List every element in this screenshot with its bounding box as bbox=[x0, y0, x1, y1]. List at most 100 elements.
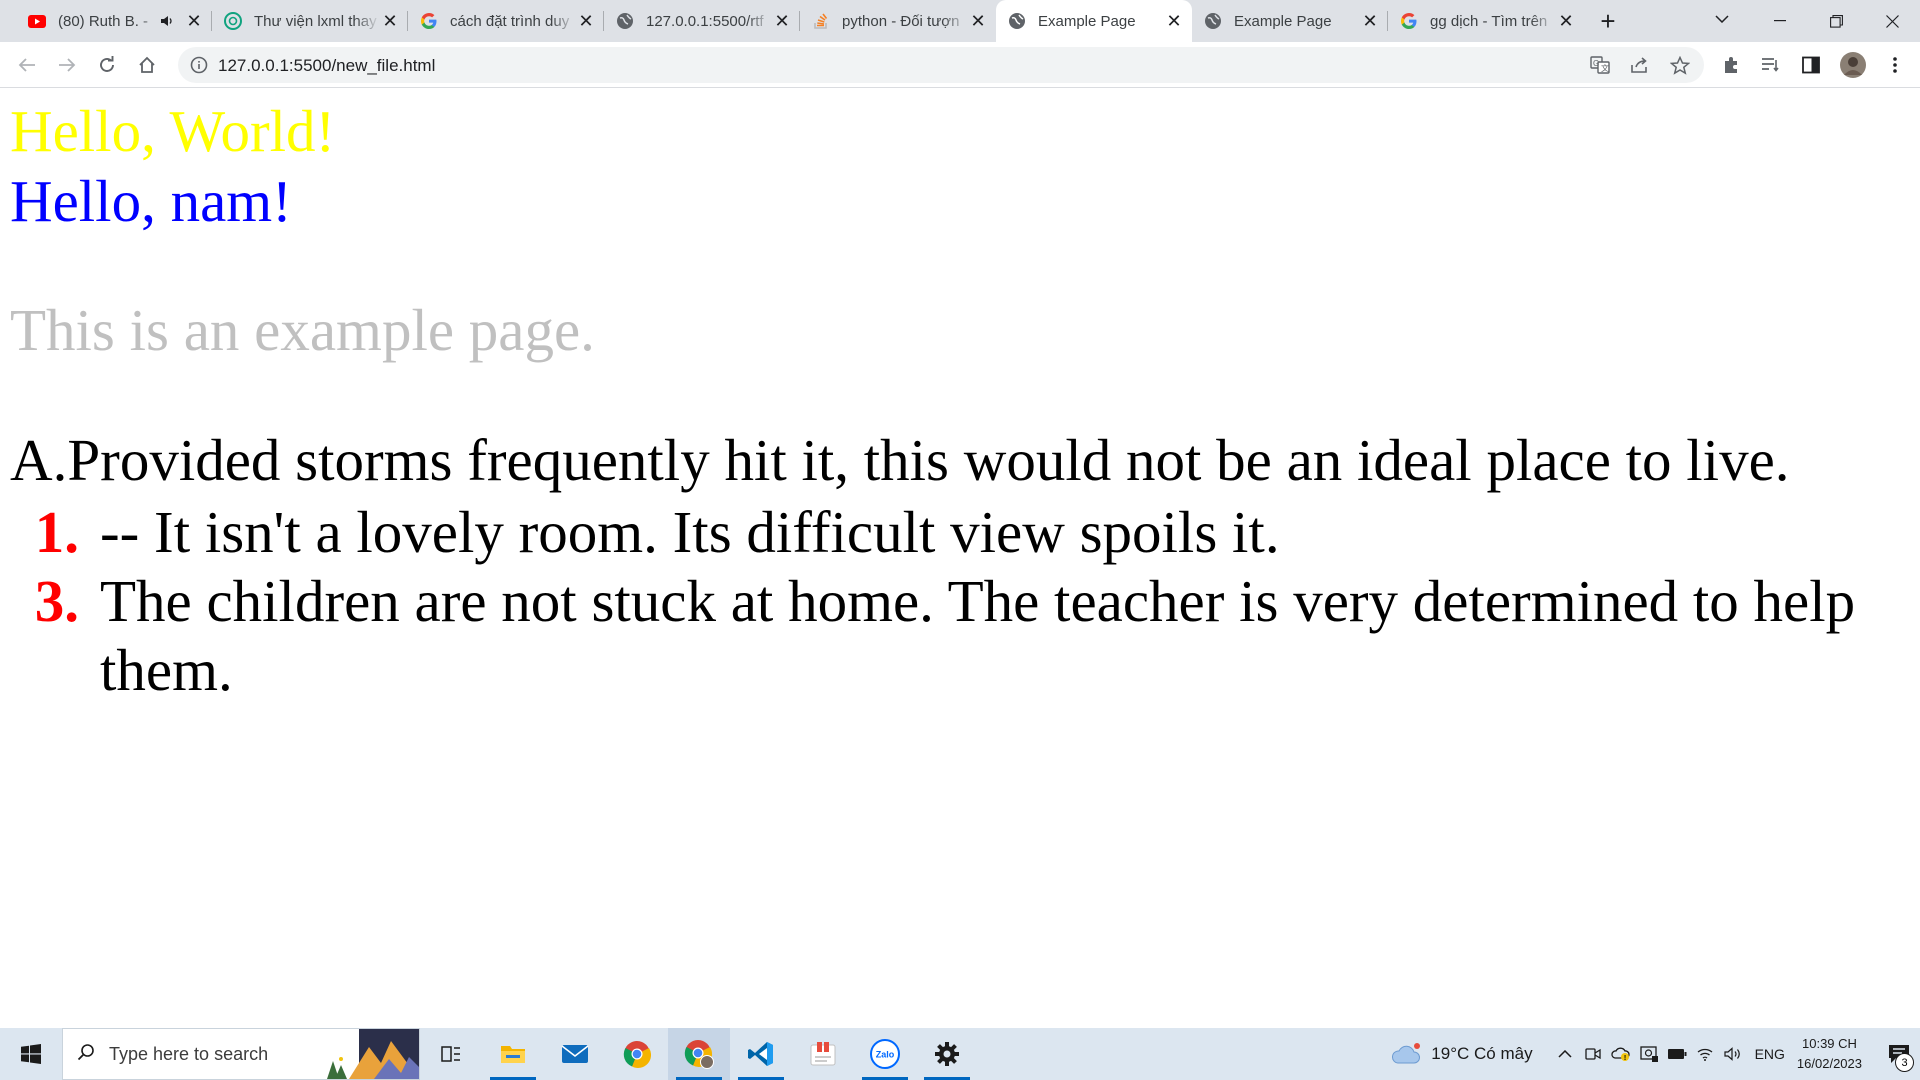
youtube-icon bbox=[28, 12, 46, 30]
list-item: 3. The children are not stuck at home. T… bbox=[10, 567, 1890, 705]
tab-strip: (80) Ruth B. - ✕ Thư viện lxml thay ✕ cá… bbox=[0, 0, 1920, 42]
clock-time: 10:39 CH bbox=[1802, 1036, 1857, 1051]
search-highlight-illustration bbox=[319, 1029, 419, 1079]
security-center-icon[interactable] bbox=[1636, 1046, 1662, 1062]
notification-center-button[interactable]: 3 bbox=[1878, 1028, 1920, 1080]
list-item: 1. -- It isn't a lovely room. Its diffic… bbox=[10, 498, 1890, 567]
forward-button[interactable] bbox=[52, 50, 82, 80]
tab-title: Example Page bbox=[1234, 12, 1332, 30]
close-tab-icon[interactable]: ✕ bbox=[184, 11, 204, 31]
paragraph-gray: This is an example page. bbox=[10, 297, 595, 363]
side-panel-icon[interactable] bbox=[1800, 54, 1822, 76]
close-tab-icon[interactable]: ✕ bbox=[380, 11, 400, 31]
site-info-icon[interactable] bbox=[190, 56, 208, 79]
url-text[interactable]: 127.0.0.1:5500/new_file.html bbox=[218, 56, 435, 76]
clock-date: 16/02/2023 bbox=[1796, 1056, 1862, 1071]
tab-chatgpt[interactable]: Thư viện lxml thay ✕ bbox=[212, 0, 408, 42]
share-icon[interactable] bbox=[1630, 55, 1650, 75]
close-tab-icon[interactable]: ✕ bbox=[968, 11, 988, 31]
snipping-tool-icon[interactable] bbox=[792, 1028, 854, 1080]
search-placeholder: Type here to search bbox=[109, 1043, 269, 1064]
new-tab-button[interactable]: + bbox=[1590, 3, 1626, 39]
close-tab-icon[interactable]: ✕ bbox=[772, 11, 792, 31]
tab-example-page-active[interactable]: Example Page ✕ bbox=[996, 0, 1192, 42]
close-tab-icon[interactable]: ✕ bbox=[576, 11, 596, 31]
weather-widget[interactable]: 19°C Có mây bbox=[1391, 1043, 1533, 1065]
paragraph-main: A.Provided storms frequently hit it, thi… bbox=[10, 427, 1790, 493]
tab-title: (80) Ruth B. - bbox=[58, 12, 149, 30]
svg-text:!: ! bbox=[1623, 1055, 1625, 1062]
globe-icon bbox=[616, 12, 634, 30]
close-window-button[interactable] bbox=[1864, 0, 1920, 42]
chrome-icon[interactable] bbox=[606, 1028, 668, 1080]
back-button[interactable] bbox=[12, 50, 42, 80]
tab-example-page[interactable]: Example Page ✕ bbox=[1192, 0, 1388, 42]
volume-icon[interactable] bbox=[1720, 1047, 1746, 1061]
bookmark-star-icon[interactable] bbox=[1670, 55, 1690, 75]
tab-title: Thư viện lxml thay bbox=[254, 12, 377, 30]
list-number: 3. bbox=[34, 568, 79, 634]
list-text: -- It isn't a lovely room. Its difficult… bbox=[100, 499, 1280, 565]
svg-text:Zalo: Zalo bbox=[876, 1050, 895, 1060]
clock[interactable]: 10:39 CH 16/02/2023 bbox=[1797, 1034, 1862, 1074]
list-number: 1. bbox=[34, 499, 79, 565]
start-button[interactable] bbox=[0, 1028, 62, 1080]
reading-list-icon[interactable] bbox=[1760, 54, 1782, 76]
tab-google-search[interactable]: cách đặt trình duy ✕ bbox=[408, 0, 604, 42]
extensions-icon[interactable] bbox=[1720, 54, 1742, 76]
close-tab-icon[interactable]: ✕ bbox=[1556, 11, 1576, 31]
restore-button[interactable] bbox=[1808, 0, 1864, 42]
wifi-icon[interactable] bbox=[1692, 1047, 1718, 1061]
zalo-icon[interactable]: Zalo bbox=[854, 1028, 916, 1080]
close-tab-icon[interactable]: ✕ bbox=[1360, 11, 1380, 31]
tab-stackoverflow[interactable]: python - Đối tượn ✕ bbox=[800, 0, 996, 42]
chrome-profile-icon[interactable] bbox=[668, 1028, 730, 1080]
settings-icon[interactable] bbox=[916, 1028, 978, 1080]
tab-search-chevron-icon[interactable] bbox=[1704, 0, 1740, 38]
google-icon bbox=[420, 12, 438, 30]
taskbar-search-box[interactable]: Type here to search bbox=[62, 1028, 420, 1080]
svg-text:G: G bbox=[1593, 59, 1599, 68]
heading-blue: Hello, nam! bbox=[10, 168, 292, 234]
system-tray: 19°C Có mây ! ENG 10:39 CH 16/02/2023 3 bbox=[1391, 1028, 1920, 1080]
svg-text:文: 文 bbox=[1601, 63, 1609, 73]
reload-button[interactable] bbox=[92, 50, 122, 80]
chatgpt-icon bbox=[224, 12, 242, 30]
tab-title: python - Đối tượn bbox=[842, 12, 960, 30]
tab-title: cách đặt trình duy bbox=[450, 12, 570, 30]
web-page-content: Hello, World! Hello, nam! This is an exa… bbox=[0, 88, 1920, 1028]
menu-kebab-icon[interactable] bbox=[1884, 54, 1906, 76]
show-hidden-icons-chevron-icon[interactable] bbox=[1552, 1050, 1578, 1058]
tab-google-translate-search[interactable]: gg dịch - Tìm trên ✕ bbox=[1388, 0, 1584, 42]
google-icon bbox=[1400, 12, 1418, 30]
notification-count-badge: 3 bbox=[1895, 1053, 1914, 1072]
task-view-icon[interactable] bbox=[420, 1028, 482, 1080]
onedrive-warning-icon[interactable]: ! bbox=[1608, 1046, 1634, 1062]
list-text: The children are not stuck at home. The … bbox=[100, 568, 1856, 703]
profile-avatar[interactable] bbox=[1840, 52, 1866, 78]
file-explorer-icon[interactable] bbox=[482, 1028, 544, 1080]
input-language[interactable]: ENG bbox=[1755, 1046, 1785, 1062]
heading-yellow: Hello, World! bbox=[10, 98, 336, 164]
translate-icon[interactable]: G文 bbox=[1590, 55, 1610, 75]
tab-title: 127.0.0.1:5500/rtf bbox=[646, 12, 764, 30]
ordered-list: 1. -- It isn't a lovely room. Its diffic… bbox=[10, 498, 1890, 705]
window-controls bbox=[1752, 0, 1920, 42]
close-tab-icon[interactable]: ✕ bbox=[1164, 11, 1184, 31]
home-button[interactable] bbox=[132, 50, 162, 80]
address-bar[interactable]: 127.0.0.1:5500/new_file.html G文 bbox=[178, 47, 1704, 83]
speaker-icon[interactable] bbox=[160, 15, 178, 27]
globe-icon bbox=[1204, 12, 1222, 30]
minimize-button[interactable] bbox=[1752, 0, 1808, 42]
globe-icon bbox=[1008, 12, 1026, 30]
vscode-icon[interactable] bbox=[730, 1028, 792, 1080]
browser-toolbar: 127.0.0.1:5500/new_file.html G文 bbox=[0, 42, 1920, 88]
weather-text: 19°C Có mây bbox=[1431, 1044, 1533, 1063]
battery-icon[interactable] bbox=[1664, 1048, 1690, 1060]
windows-taskbar: Type here to search Zalo 19°C Có mây ! E… bbox=[0, 1028, 1920, 1080]
tab-youtube[interactable]: (80) Ruth B. - ✕ bbox=[16, 0, 212, 42]
tab-localhost-rtf[interactable]: 127.0.0.1:5500/rtf ✕ bbox=[604, 0, 800, 42]
mail-icon[interactable] bbox=[544, 1028, 606, 1080]
tab-list: (80) Ruth B. - ✕ Thư viện lxml thay ✕ cá… bbox=[0, 0, 1626, 42]
meet-now-icon[interactable] bbox=[1580, 1047, 1606, 1061]
